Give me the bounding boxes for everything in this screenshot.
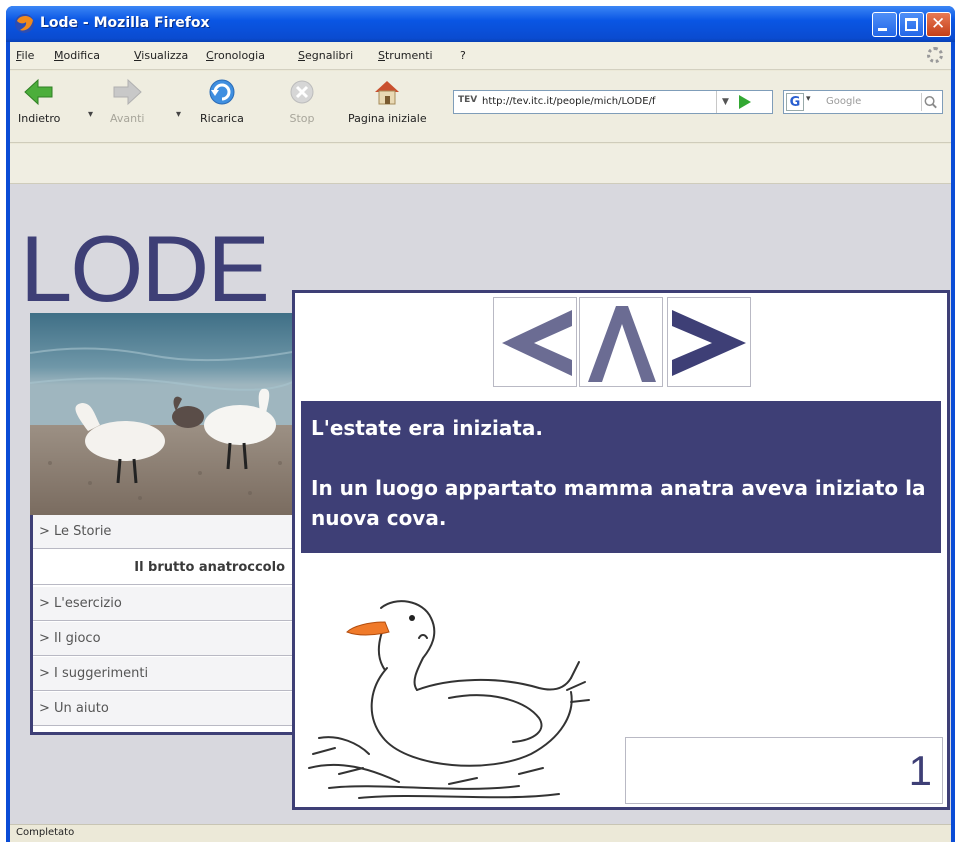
search-box[interactable]: G ▾ Google [783,90,943,114]
status-text: Completato [16,827,75,838]
next-page-button[interactable] [667,297,751,387]
nav-le-storie[interactable]: > Le Storie [33,515,295,549]
menu-bar: File Modifica Visualizza Cronologia Segn… [10,42,951,70]
reload-button[interactable]: Ricarica [200,77,244,125]
duck-illustration [308,600,590,799]
story-navigation [493,297,755,389]
home-icon [375,81,400,105]
story-panel: L'estate era iniziata. In un luogo appar… [292,290,950,810]
up-level-icon [588,306,656,382]
minimize-icon [878,28,887,31]
search-engine-dropdown-icon[interactable]: ▾ [806,94,811,104]
home-label: Pagina iniziale [348,112,427,125]
status-bar: Completato [10,824,951,842]
nav-il-brutto-anatroccolo[interactable]: Il brutto anatroccolo [33,551,295,585]
window-title: Lode - Mozilla Firefox [40,15,210,31]
back-history-dropdown-icon[interactable]: ▾ [88,109,93,120]
navigation-toolbar: Indietro ▾ Avanti ▾ Ricarica Stop Pagina… [10,71,951,143]
story-line-2: In un luogo appartato mamma anatra aveva… [311,476,926,530]
search-input[interactable]: Google [826,96,861,107]
previous-page-icon [502,310,572,376]
menu-segnalibri[interactable]: Segnalibri [298,49,353,62]
forward-history-dropdown-icon[interactable]: ▾ [176,109,181,120]
forward-arrow-icon [113,78,142,106]
left-navigation: > Le Storie Il brutto anatroccolo > L'es… [30,515,298,735]
site-logo: LODE [20,216,270,321]
back-button[interactable]: Indietro [18,77,60,125]
story-text: L'estate era iniziata. In un luogo appar… [301,401,941,553]
back-label: Indietro [18,112,61,125]
menu-cronologia[interactable]: Cronologia [206,49,265,62]
throbber-icon [927,47,943,63]
page-number: 1 [625,737,943,804]
menu-file[interactable]: File [16,49,34,62]
menu-help[interactable]: ? [460,49,466,62]
site-favicon-icon: TEV [458,95,478,105]
forward-label: Avanti [110,112,145,125]
maximize-icon [905,18,918,31]
next-page-icon [672,310,746,376]
nav-i-suggerimenti[interactable]: > I suggerimenti [33,657,295,691]
stop-icon [290,80,314,104]
back-arrow-icon [24,78,53,106]
close-icon: ✕ [931,14,946,34]
go-button[interactable] [739,95,751,109]
minimize-button[interactable] [872,12,897,37]
nav-l-esercizio[interactable]: > L'esercizio [33,587,295,621]
browser-window: Lode - Mozilla Firefox ✕ File Modifica V… [6,6,955,842]
home-button[interactable]: Pagina iniziale [348,77,427,125]
reload-icon [209,79,235,105]
stop-label: Stop [289,112,315,125]
forward-button[interactable]: Avanti [110,77,144,125]
browser-client: File Modifica Visualizza Cronologia Segn… [10,42,951,842]
menu-visualizza[interactable]: Visualizza [134,49,188,62]
address-input[interactable]: http://tev.itc.it/people/mich/LODE/f [482,96,708,107]
bookmarks-bar [10,144,951,184]
address-dropdown-icon[interactable]: ▼ [716,91,734,113]
menu-modifica[interactable]: Modifica [54,49,100,62]
reload-label: Ricarica [200,112,244,125]
previous-page-button[interactable] [493,297,577,387]
maximize-button[interactable] [899,12,924,37]
nav-un-aiuto[interactable]: > Un aiuto [33,692,295,726]
stop-button[interactable]: Stop [286,77,318,125]
page-content: LODE > Le Storie Il brutto anatroccolo >… [10,184,951,824]
menu-strumenti[interactable]: Strumenti [378,49,433,62]
title-bar[interactable]: Lode - Mozilla Firefox ✕ [6,6,955,42]
firefox-icon [15,14,34,33]
close-button[interactable]: ✕ [926,12,951,37]
nav-il-gioco[interactable]: > Il gioco [33,622,295,656]
search-engine-icon[interactable]: G [786,93,804,111]
up-level-button[interactable] [579,297,663,387]
swans-photo [30,313,298,515]
story-line-1: L'estate era iniziata. [311,416,543,440]
address-bar[interactable]: TEV http://tev.itc.it/people/mich/LODE/f… [453,90,773,114]
search-icon[interactable] [921,93,940,111]
